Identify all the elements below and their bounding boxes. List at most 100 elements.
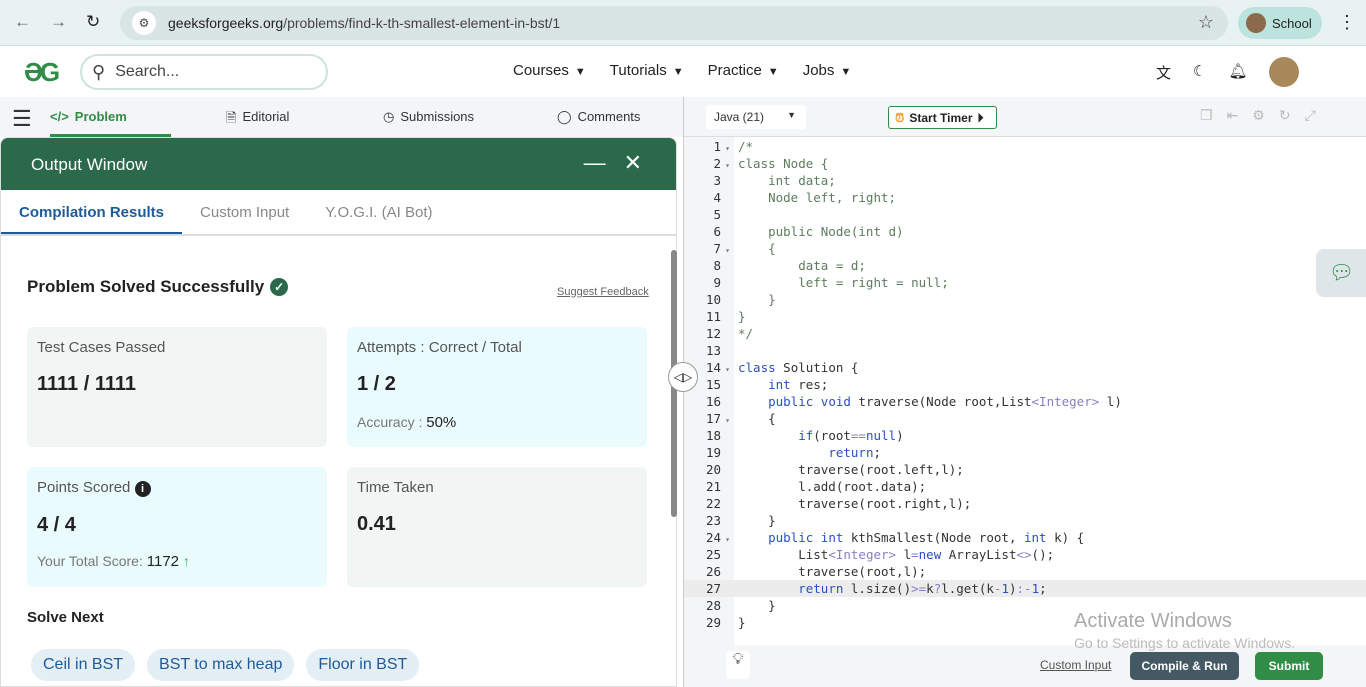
code-line[interactable]: 24 ▾ public int kthSmallest(Node root, in… bbox=[684, 529, 1366, 546]
alarm-icon: ⏰︎ bbox=[895, 111, 905, 125]
address-bar[interactable]: ⚙ geeksforgeeks.org/problems/find-k-th-s… bbox=[120, 6, 1228, 40]
profile-label: School bbox=[1272, 15, 1312, 31]
hamburger-icon[interactable]: ☰ bbox=[12, 106, 32, 132]
close-icon[interactable]: ✕ bbox=[624, 150, 642, 176]
line-number: 22 bbox=[705, 496, 721, 511]
code-line[interactable]: 7 ▾ { bbox=[684, 240, 1366, 257]
code-token: int data; bbox=[738, 173, 836, 188]
code-token: { bbox=[738, 411, 776, 426]
tab-editorial[interactable]: 🗎 Editorial bbox=[226, 109, 289, 131]
copy-icon[interactable]: ❐ bbox=[1200, 107, 1213, 124]
code-token: Node left, right; bbox=[738, 190, 897, 205]
tab-yogi[interactable]: Y.O.G.I. (AI Bot) bbox=[307, 190, 450, 234]
code-line[interactable]: 29} bbox=[684, 614, 1366, 631]
nav-courses[interactable]: Courses ▼ bbox=[513, 62, 586, 79]
line-number: 29 bbox=[705, 615, 721, 630]
code-line[interactable]: 12 */ bbox=[684, 325, 1366, 342]
line-number: 18 bbox=[705, 428, 721, 443]
next-problem-chip[interactable]: BST to max heap bbox=[147, 649, 295, 681]
line-number: 25 bbox=[705, 547, 721, 562]
code-line[interactable]: 15 int res; bbox=[684, 376, 1366, 393]
code-line[interactable]: 11} bbox=[684, 308, 1366, 325]
code-line[interactable]: 6 public Node(int d) bbox=[684, 223, 1366, 240]
compile-run-button[interactable]: Compile & Run bbox=[1130, 652, 1239, 680]
code-text: { bbox=[734, 411, 776, 426]
bell-icon[interactable]: 🔔︎ bbox=[1228, 62, 1247, 83]
code-text: public int kthSmallest(Node root, int k)… bbox=[734, 530, 1084, 545]
next-problem-chip[interactable]: Ceil in BST bbox=[31, 649, 136, 681]
code-line[interactable]: 18 if(root==null) bbox=[684, 427, 1366, 444]
tab-problem[interactable]: </> Problem bbox=[50, 109, 127, 124]
code-line[interactable]: 14 ▾ class Solution { bbox=[684, 359, 1366, 376]
attempts-value: 1 / 2 bbox=[357, 373, 396, 395]
browser-toolbar: ← → ↻ ⚙ geeksforgeeks.org/problems/find-… bbox=[0, 0, 1366, 46]
fullscreen-icon[interactable]: ⤢ bbox=[1305, 107, 1316, 124]
code-line[interactable]: 2 ▾ class Node { bbox=[684, 155, 1366, 172]
submit-button[interactable]: Submit bbox=[1255, 652, 1323, 680]
code-line[interactable]: 13 bbox=[684, 342, 1366, 359]
reload-icon[interactable]: ↻ bbox=[86, 12, 100, 32]
back-icon[interactable]: ← bbox=[14, 12, 31, 32]
tab-comments[interactable]: ◯ Comments bbox=[557, 109, 640, 125]
code-token: <Integer> bbox=[1031, 394, 1100, 409]
forward-icon[interactable]: → bbox=[50, 12, 67, 32]
reset-icon[interactable]: ↻ bbox=[1279, 107, 1291, 124]
line-number: 6 bbox=[713, 224, 721, 239]
code-line[interactable]: 8 data = d; bbox=[684, 257, 1366, 274]
start-timer-button[interactable]: ⏰︎ Start Timer ⏵ bbox=[888, 106, 997, 129]
code-line[interactable]: 4 Node left, right; bbox=[684, 189, 1366, 206]
next-problem-chip[interactable]: Floor in BST bbox=[306, 649, 420, 681]
tab-compilation-results[interactable]: Compilation Results bbox=[1, 190, 183, 234]
settings-icon[interactable]: ⚙ bbox=[1252, 107, 1265, 124]
code-line[interactable]: 25 List<Integer> l=new ArrayList<>(); bbox=[684, 546, 1366, 563]
code-line[interactable]: 9 left = right = null; bbox=[684, 274, 1366, 291]
code-text: int data; bbox=[734, 173, 836, 188]
nav-jobs[interactable]: Jobs ▼ bbox=[803, 62, 852, 79]
code-line[interactable]: 21 l.add(root.data); bbox=[684, 478, 1366, 495]
code-line[interactable]: 19 return; bbox=[684, 444, 1366, 461]
code-line[interactable]: 22 traverse(root.right,l); bbox=[684, 495, 1366, 512]
code-editor[interactable]: 1 ▾/* 2 ▾ class Node {3 int data; 4 Node left… bbox=[684, 137, 1366, 645]
editor-panel: Java (21) ▼ ⏰︎ Start Timer ⏵ ❐ ⇤ ⚙ ↻ ⤢ 1 ▾/* 2 ▾ cl… bbox=[683, 97, 1366, 687]
dark-mode-icon[interactable]: ☾ bbox=[1193, 62, 1206, 83]
chat-icon[interactable]: 💬︎ bbox=[1316, 249, 1366, 297]
translate-icon[interactable]: 文 bbox=[1156, 62, 1171, 83]
code-text: data = d; bbox=[734, 258, 866, 273]
tab-custom-input[interactable]: Custom Input bbox=[182, 190, 307, 234]
code-line[interactable]: 16 public void traverse(Node root,List<I… bbox=[684, 393, 1366, 410]
code-token: class bbox=[738, 360, 776, 375]
custom-input-link[interactable]: Custom Input bbox=[1040, 658, 1111, 672]
code-line[interactable]: 1 ▾/* bbox=[684, 138, 1366, 155]
code-line[interactable]: 28 } bbox=[684, 597, 1366, 614]
code-token: } bbox=[738, 292, 776, 307]
lightbulb-icon[interactable]: 💡︎ bbox=[726, 651, 750, 679]
site-settings-icon[interactable]: ⚙ bbox=[132, 11, 156, 35]
suggest-feedback-link[interactable]: Suggest Feedback bbox=[557, 286, 649, 298]
language-select[interactable]: Java (21) ▼ bbox=[706, 105, 806, 129]
code-line[interactable]: 17 ▾ { bbox=[684, 410, 1366, 427]
menu-icon[interactable]: ⋮ bbox=[1338, 12, 1356, 33]
code-token: res; bbox=[790, 377, 829, 392]
bookmark-star-icon[interactable]: ☆ bbox=[1198, 12, 1214, 33]
panel-resize-handle[interactable]: ◁▷ bbox=[668, 362, 698, 392]
minimize-icon[interactable]: — bbox=[584, 150, 606, 176]
code-line[interactable]: 5 bbox=[684, 206, 1366, 223]
info-icon[interactable]: i bbox=[134, 481, 151, 497]
code-line[interactable]: 10 } bbox=[684, 291, 1366, 308]
import-icon[interactable]: ⇤ bbox=[1227, 107, 1239, 124]
code-line[interactable]: 3 int data; bbox=[684, 172, 1366, 189]
nav-practice[interactable]: Practice ▼ bbox=[708, 62, 779, 79]
gfg-logo[interactable]: ƏG bbox=[24, 57, 60, 88]
code-token: int bbox=[768, 377, 791, 392]
code-line[interactable]: 27 return l.size()>=k?l.get(k-1):-1; bbox=[684, 580, 1366, 597]
search-input[interactable]: ⚲ Search... bbox=[80, 54, 328, 90]
code-line[interactable]: 20 traverse(root.left,l); bbox=[684, 461, 1366, 478]
code-token: if bbox=[798, 428, 814, 443]
user-avatar[interactable] bbox=[1269, 57, 1299, 87]
code-line[interactable]: 23 } bbox=[684, 512, 1366, 529]
profile-button[interactable]: School bbox=[1238, 7, 1322, 39]
tab-submissions[interactable]: ◷ Submissions bbox=[383, 109, 474, 125]
code-line[interactable]: 26 traverse(root,l); bbox=[684, 563, 1366, 580]
nav-tutorials[interactable]: Tutorials ▼ bbox=[610, 62, 684, 79]
chevron-down-icon: ▼ bbox=[574, 66, 586, 78]
